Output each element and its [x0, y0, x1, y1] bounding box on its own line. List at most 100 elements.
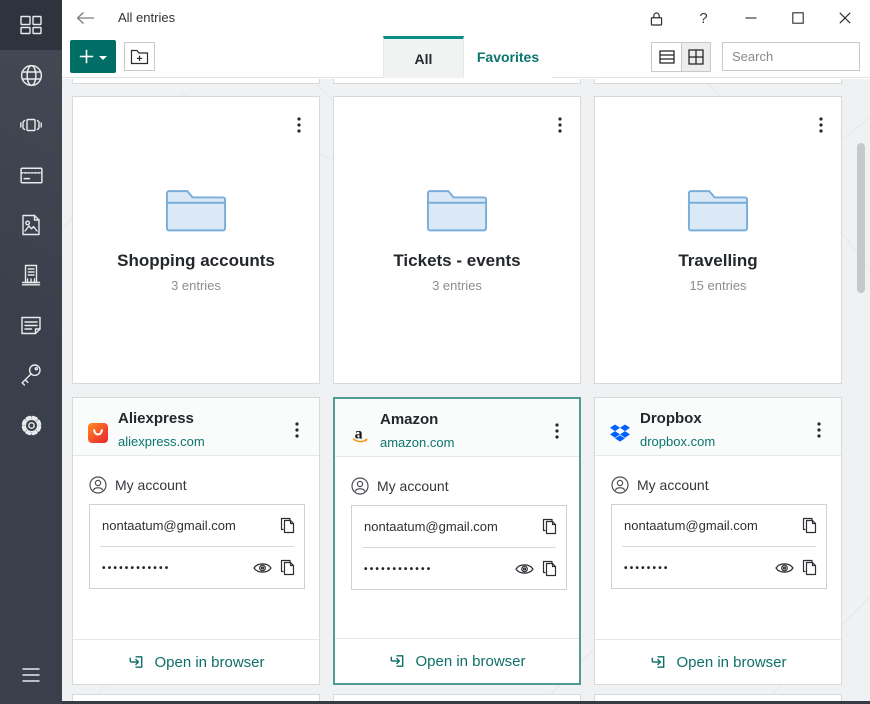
image-document-icon — [18, 212, 44, 238]
password-row: •••••••• — [612, 547, 826, 588]
sidebar-item-websites[interactable] — [0, 50, 62, 100]
copy-username-button[interactable] — [541, 518, 558, 535]
sidebar-item-images[interactable] — [0, 200, 62, 250]
entries-tabs: All Favorites — [383, 36, 552, 78]
copy-password-button[interactable] — [541, 560, 558, 577]
folder-card-shopping-accounts[interactable]: Shopping accounts 3 entries — [72, 96, 320, 384]
key-icon — [18, 362, 44, 388]
folder-card-travelling[interactable]: Travelling 15 entries — [594, 96, 842, 384]
gear-icon — [18, 412, 45, 439]
close-button[interactable] — [821, 0, 868, 36]
card-menu-button[interactable] — [545, 419, 569, 443]
copy-username-button[interactable] — [279, 517, 296, 534]
password-mask: •••••••••••• — [102, 561, 170, 574]
back-button[interactable] — [76, 10, 102, 26]
card-menu-button[interactable] — [285, 418, 309, 442]
entry-url-link[interactable]: amazon.com — [380, 435, 454, 450]
eye-icon — [515, 562, 534, 576]
tab-favorites[interactable]: Favorites — [464, 36, 552, 78]
building-icon — [18, 262, 44, 288]
account-row: My account — [89, 476, 187, 494]
entry-url-link[interactable]: aliexpress.com — [118, 434, 205, 449]
view-toggle — [651, 42, 711, 72]
entry-card-amazon[interactable]: a Amazon amazon.com — [333, 397, 581, 685]
username-row: nontaatum@gmail.com — [352, 506, 566, 547]
titlebar: All entries ? — [62, 0, 870, 36]
back-arrow-icon — [76, 11, 95, 25]
copy-icon — [279, 517, 296, 534]
globe-icon — [18, 62, 45, 89]
card-menu-button[interactable] — [809, 113, 833, 137]
kebab-icon — [819, 117, 823, 133]
account-row: My account — [611, 476, 709, 494]
sidebar-item-notes[interactable] — [0, 300, 62, 350]
copy-icon — [279, 559, 296, 576]
sidebar-item-password-generator[interactable] — [0, 350, 62, 400]
sidebar-item-applications[interactable] — [0, 100, 62, 150]
maximize-button[interactable] — [774, 0, 821, 36]
notes-icon — [18, 312, 44, 338]
add-entry-button[interactable] — [70, 40, 116, 73]
sidebar — [0, 0, 62, 704]
menu-button[interactable] — [0, 650, 62, 700]
password-row: •••••••••••• — [90, 547, 304, 588]
copy-icon — [541, 518, 558, 535]
copy-icon — [541, 560, 558, 577]
show-password-button[interactable] — [253, 561, 272, 575]
folder-name: Tickets - events — [393, 251, 520, 271]
account-row: My account — [351, 477, 449, 495]
tab-all[interactable]: All — [383, 36, 464, 78]
copy-password-button[interactable] — [279, 559, 296, 576]
open-in-browser-button[interactable]: Open in browser — [335, 638, 579, 683]
open-in-browser-icon — [388, 652, 406, 670]
sidebar-item-banks[interactable] — [0, 250, 62, 300]
sidebar-item-settings[interactable] — [0, 400, 62, 450]
show-password-button[interactable] — [515, 562, 534, 576]
help-icon: ? — [699, 10, 707, 27]
open-in-browser-button[interactable]: Open in browser — [73, 639, 319, 684]
bank-card-icon — [18, 162, 45, 189]
scrollbar-thumb[interactable] — [857, 143, 865, 293]
folder-icon — [165, 188, 227, 232]
password-row: •••••••••••• — [352, 548, 566, 589]
minimize-icon — [745, 12, 757, 24]
help-button[interactable]: ? — [680, 0, 727, 36]
lock-button[interactable] — [633, 0, 680, 36]
copy-password-button[interactable] — [801, 559, 818, 576]
open-in-browser-label: Open in browser — [676, 654, 786, 671]
folder-card-tickets-events[interactable]: Tickets - events 3 entries — [333, 96, 581, 384]
new-folder-button[interactable] — [124, 42, 155, 71]
main-area: All entries ? — [62, 0, 870, 704]
entry-card-dropbox[interactable]: Dropbox dropbox.com My account — [594, 397, 842, 685]
folder-name: Travelling — [678, 251, 757, 271]
show-password-button[interactable] — [775, 561, 794, 575]
copy-username-button[interactable] — [801, 517, 818, 534]
entry-card-aliexpress[interactable]: Aliexpress aliexpress.com My account — [72, 397, 320, 685]
open-in-browser-icon — [127, 653, 145, 671]
grid-view-button[interactable] — [681, 43, 710, 71]
card-menu-button[interactable] — [807, 418, 831, 442]
plus-icon — [79, 49, 94, 64]
account-person-icon — [351, 477, 369, 495]
sidebar-item-all-entries[interactable] — [0, 0, 62, 50]
card-menu-button[interactable] — [287, 113, 311, 137]
entry-header: Dropbox dropbox.com — [595, 398, 841, 456]
card-menu-button[interactable] — [548, 113, 572, 137]
sidebar-item-bank-cards[interactable] — [0, 150, 62, 200]
amazon-logo-icon: a — [350, 424, 370, 444]
applications-icon — [18, 112, 44, 138]
dropbox-logo-icon — [610, 423, 630, 443]
minimize-button[interactable] — [727, 0, 774, 36]
account-label: My account — [115, 477, 187, 493]
entry-url-link[interactable]: dropbox.com — [640, 434, 715, 449]
folder-icon — [687, 188, 749, 232]
copy-icon — [801, 559, 818, 576]
folder-name: Shopping accounts — [117, 251, 275, 271]
toolbar: All Favorites — [62, 36, 870, 78]
username-value: nontaatum@gmail.com — [364, 519, 498, 534]
open-in-browser-button[interactable]: Open in browser — [595, 639, 841, 684]
password-mask: •••••••• — [624, 561, 670, 574]
entry-header: a Amazon amazon.com — [335, 399, 579, 457]
search-input[interactable] — [722, 42, 860, 71]
list-view-button[interactable] — [652, 43, 681, 71]
